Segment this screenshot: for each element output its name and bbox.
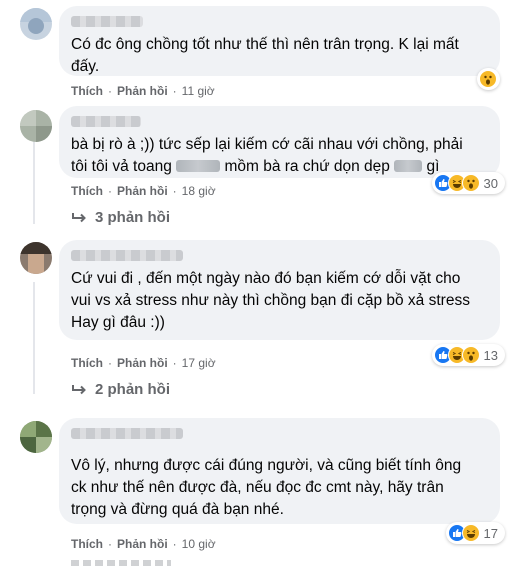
like-link[interactable]: Thích (71, 184, 103, 198)
comment-text: Cứ vui đi , đến một ngày nào đó bạn kiếm… (71, 270, 470, 331)
like-link[interactable]: Thích (71, 84, 103, 98)
timestamp[interactable]: 17 giờ (182, 356, 216, 370)
author-name-blurred[interactable] (71, 428, 183, 439)
reaction-summary[interactable]: 13 (431, 344, 505, 366)
censored-word (394, 160, 423, 172)
avatar[interactable] (20, 421, 52, 453)
comment-bubble: bà bị rò à ;)) tức sếp lại kiếm cớ cãi n… (59, 106, 500, 178)
thread-line (33, 282, 35, 394)
author-name-blurred[interactable] (71, 250, 183, 261)
avatar[interactable] (20, 110, 52, 142)
haha-reaction-icon (461, 524, 480, 542)
author-name-blurred[interactable] (71, 16, 143, 27)
comment-text: bà bị rò à ;)) tức sếp lại kiếm cớ cãi n… (71, 136, 463, 175)
reaction-summary[interactable]: 17 (445, 522, 505, 544)
comment-text: Vô lý, nhưng được cái đúng người, và cũn… (71, 457, 462, 518)
view-replies-button[interactable]: 2 phản hồi (71, 381, 170, 398)
reaction-count: 30 (483, 175, 498, 191)
reply-link[interactable]: Phản hồi (117, 356, 168, 370)
avatar[interactable] (20, 242, 52, 274)
wow-reaction-icon (479, 70, 497, 88)
reply-link[interactable]: Phản hồi (117, 84, 168, 98)
comment-actions: Thích · Phản hồi · 18 giờ (71, 184, 216, 198)
comment-actions: Thích · Phản hồi · 11 giờ (71, 84, 215, 98)
view-replies-button[interactable]: 3 phản hồi (71, 209, 170, 226)
comment-actions: Thích · Phản hồi · 10 giờ (71, 537, 216, 551)
reply-link[interactable]: Phản hồi (117, 184, 168, 198)
reaction-summary[interactable] (477, 68, 500, 90)
reply-link[interactable]: Phản hồi (117, 537, 168, 551)
reaction-summary[interactable]: 30 (431, 172, 505, 194)
comment-bubble: Cứ vui đi , đến một ngày nào đó bạn kiếm… (59, 240, 500, 340)
wow-reaction-icon (461, 174, 480, 192)
reply-arrow-icon (72, 384, 86, 394)
comment-actions: Thích · Phản hồi · 17 giờ (71, 356, 216, 370)
wow-reaction-icon (461, 346, 480, 364)
timestamp[interactable]: 18 giờ (182, 184, 216, 198)
reaction-count: 17 (483, 525, 498, 541)
author-name-blurred[interactable] (71, 116, 141, 127)
like-link[interactable]: Thích (71, 356, 103, 370)
cutoff-replies-row (71, 560, 171, 566)
comment-bubble: Có đc ông chồng tốt như thế thì nên trân… (59, 6, 500, 76)
comment-bubble: Vô lý, nhưng được cái đúng người, và cũn… (59, 418, 500, 524)
timestamp[interactable]: 10 giờ (182, 537, 216, 551)
thread-line (33, 140, 35, 224)
reaction-count: 13 (483, 347, 498, 363)
avatar[interactable] (20, 8, 52, 40)
reply-arrow-icon (72, 212, 86, 222)
timestamp[interactable]: 11 giờ (182, 84, 215, 98)
comment-text: Có đc ông chồng tốt như thế thì nên trân… (71, 36, 459, 75)
like-link[interactable]: Thích (71, 537, 103, 551)
censored-word (176, 160, 221, 172)
